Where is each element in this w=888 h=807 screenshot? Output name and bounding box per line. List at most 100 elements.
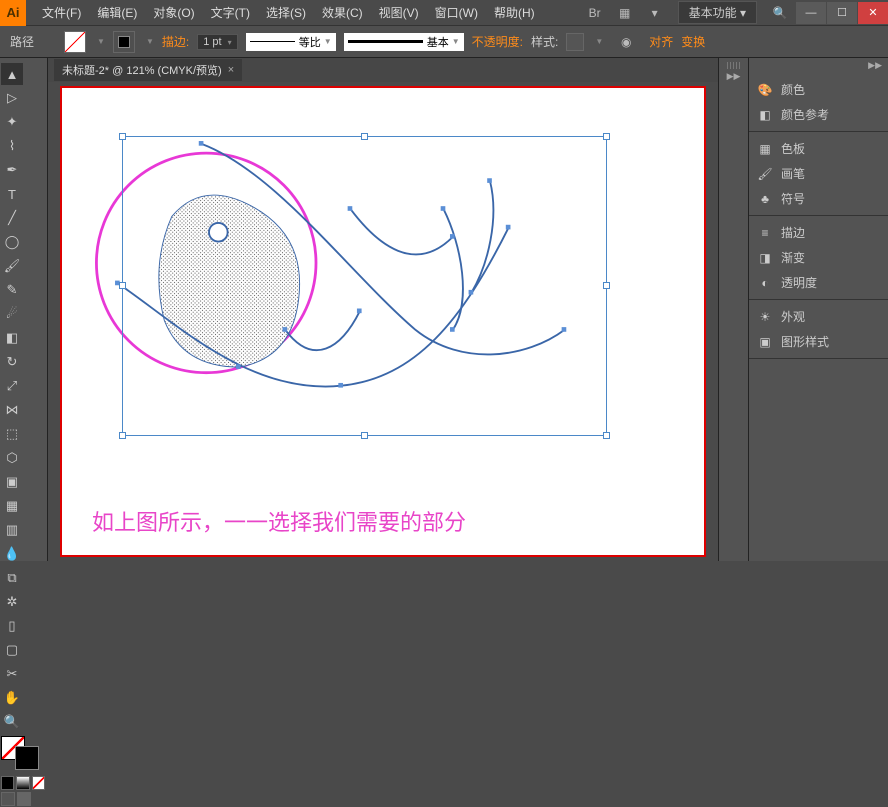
style-swatch[interactable] bbox=[566, 33, 584, 51]
align-label[interactable]: 对齐 bbox=[649, 33, 673, 50]
menu-type[interactable]: 文字(T) bbox=[203, 4, 258, 21]
search-icon[interactable]: 🔍 bbox=[768, 4, 792, 22]
panel-brushes[interactable]: 🖌画笔 bbox=[749, 161, 888, 186]
direct-selection-tool[interactable]: ▷ bbox=[1, 87, 23, 109]
canvas[interactable]: 如上图所示，一一选择我们需要的部分 bbox=[60, 86, 706, 557]
panel-symbols[interactable]: ♣符号 bbox=[749, 186, 888, 211]
window-maximize[interactable]: ☐ bbox=[827, 2, 857, 24]
pen-tool[interactable]: ✒ bbox=[1, 159, 23, 181]
fill-stroke-control[interactable] bbox=[1, 736, 46, 773]
line-tool[interactable]: ╱ bbox=[1, 207, 23, 229]
menu-view[interactable]: 视图(V) bbox=[371, 4, 427, 21]
type-tool[interactable]: T bbox=[1, 183, 23, 205]
panel-color[interactable]: 🎨颜色 bbox=[749, 77, 888, 102]
document-tab-close[interactable]: × bbox=[228, 64, 234, 76]
hand-tool[interactable]: ✋ bbox=[1, 687, 23, 709]
screen-mode-full[interactable] bbox=[17, 792, 31, 806]
scale-tool[interactable]: ⤢ bbox=[1, 375, 23, 397]
fill-swatch[interactable] bbox=[64, 31, 86, 53]
rotate-tool[interactable]: ↻ bbox=[1, 351, 23, 373]
blend-tool[interactable]: ⧉ bbox=[1, 567, 23, 589]
dock-collapse-icon[interactable]: ▶▶ bbox=[727, 71, 741, 82]
color-mini-gradient[interactable] bbox=[16, 776, 29, 790]
selection-bounding-box[interactable] bbox=[122, 136, 607, 436]
free-transform-tool[interactable]: ⬚ bbox=[1, 423, 23, 445]
panel-appearance[interactable]: ☀外观 bbox=[749, 304, 888, 329]
recolor-icon[interactable]: ◉ bbox=[614, 33, 638, 51]
selection-handle-e[interactable] bbox=[603, 282, 610, 289]
panel-column: ▶▶ 🎨颜色 ◧颜色参考 ▦色板 🖌画笔 ♣符号 ≡描边 ◨渐变 ◐透明度 ☀外… bbox=[748, 58, 888, 561]
mesh-tool[interactable]: ▦ bbox=[1, 495, 23, 517]
window-minimize[interactable]: — bbox=[796, 2, 826, 24]
shape-builder-tool[interactable]: ⬡ bbox=[1, 447, 23, 469]
stroke-icon: ≡ bbox=[757, 225, 773, 241]
transform-label[interactable]: 变换 bbox=[681, 33, 705, 50]
selection-handle-sw[interactable] bbox=[119, 432, 126, 439]
lasso-tool[interactable]: ⌇ bbox=[1, 135, 23, 157]
width-tool[interactable]: ⋈ bbox=[1, 399, 23, 421]
dock-grip-icon[interactable] bbox=[727, 62, 741, 69]
menu-effect[interactable]: 效果(C) bbox=[314, 4, 371, 21]
style-dropdown-icon[interactable]: ▼ bbox=[595, 37, 603, 46]
arrange-icon[interactable]: ▦ bbox=[613, 4, 637, 22]
menu-help[interactable]: 帮助(H) bbox=[486, 4, 543, 21]
selection-handle-n[interactable] bbox=[361, 133, 368, 140]
slice-tool[interactable]: ✂ bbox=[1, 663, 23, 685]
brush-definition[interactable]: 基本▼ bbox=[344, 33, 464, 51]
panel-gradient[interactable]: ◨渐变 bbox=[749, 245, 888, 270]
document-tab-strip: 未标题-2* @ 121% (CMYK/预览) × bbox=[48, 58, 718, 82]
fill-dropdown-icon[interactable]: ▼ bbox=[97, 37, 105, 46]
stroke-label[interactable]: 描边: bbox=[162, 33, 189, 50]
selection-handle-se[interactable] bbox=[603, 432, 610, 439]
column-graph-tool[interactable]: ▯ bbox=[1, 615, 23, 637]
panel-graphic-styles[interactable]: ▣图形样式 bbox=[749, 329, 888, 354]
zoom-tool[interactable]: 🔍 bbox=[1, 711, 23, 733]
gradient-tool[interactable]: ▥ bbox=[1, 519, 23, 541]
menu-object[interactable]: 对象(O) bbox=[145, 4, 202, 21]
ellipse-tool[interactable]: ◯ bbox=[1, 231, 23, 253]
color-mini-none[interactable] bbox=[32, 776, 45, 790]
instruction-caption: 如上图所示，一一选择我们需要的部分 bbox=[92, 505, 466, 537]
panel-transparency[interactable]: ◐透明度 bbox=[749, 270, 888, 295]
selection-handle-w[interactable] bbox=[119, 282, 126, 289]
selection-handle-nw[interactable] bbox=[119, 133, 126, 140]
symbol-sprayer-tool[interactable]: ✲ bbox=[1, 591, 23, 613]
variable-width-profile[interactable]: 等比▼ bbox=[246, 33, 336, 51]
panel-color-guide[interactable]: ◧颜色参考 bbox=[749, 102, 888, 127]
window-close[interactable]: ✕ bbox=[858, 2, 888, 24]
screen-mode-normal[interactable] bbox=[1, 792, 15, 806]
stroke-weight-input[interactable]: 1 pt ▾ bbox=[197, 34, 237, 50]
bridge-icon[interactable]: Br bbox=[583, 4, 607, 22]
stroke-dropdown-icon[interactable]: ▼ bbox=[146, 37, 154, 46]
menu-window[interactable]: 窗口(W) bbox=[427, 4, 486, 21]
appearance-icon: ☀ bbox=[757, 309, 773, 325]
selection-handle-ne[interactable] bbox=[603, 133, 610, 140]
artboard-tool[interactable]: ▢ bbox=[1, 639, 23, 661]
selection-handle-s[interactable] bbox=[361, 432, 368, 439]
selection-tool[interactable]: ▲ bbox=[1, 63, 23, 85]
pencil-tool[interactable]: ✎ bbox=[1, 279, 23, 301]
magic-wand-tool[interactable]: ✦ bbox=[1, 111, 23, 133]
panel-stroke[interactable]: ≡描边 bbox=[749, 220, 888, 245]
transparency-icon: ◐ bbox=[757, 275, 773, 291]
eyedropper-tool[interactable]: 💧 bbox=[1, 543, 23, 565]
stroke-swatch[interactable] bbox=[113, 31, 135, 53]
workspace-switcher[interactable]: 基本功能 ▾ bbox=[678, 1, 757, 24]
chevron-down-icon: ▾ bbox=[740, 6, 746, 20]
eraser-tool[interactable]: ◧ bbox=[1, 327, 23, 349]
menu-select[interactable]: 选择(S) bbox=[258, 4, 314, 21]
perspective-tool[interactable]: ▣ bbox=[1, 471, 23, 493]
menu-edit[interactable]: 编辑(E) bbox=[89, 4, 145, 21]
palette-icon: 🎨 bbox=[757, 82, 773, 98]
paintbrush-tool[interactable]: 🖌 bbox=[1, 255, 23, 277]
document-tab[interactable]: 未标题-2* @ 121% (CMYK/预览) × bbox=[54, 59, 242, 81]
blob-brush-tool[interactable]: ☄ bbox=[1, 303, 23, 325]
workspace-label: 基本功能 bbox=[689, 6, 737, 20]
menubar: 文件(F) 编辑(E) 对象(O) 文字(T) 选择(S) 效果(C) 视图(V… bbox=[26, 4, 580, 21]
panels-collapse-icon[interactable]: ▶▶ bbox=[868, 60, 882, 71]
arrange-arrow-icon[interactable]: ▾ bbox=[643, 4, 667, 22]
opacity-label[interactable]: 不透明度: bbox=[472, 33, 523, 50]
menu-file[interactable]: 文件(F) bbox=[34, 4, 89, 21]
panel-swatches[interactable]: ▦色板 bbox=[749, 136, 888, 161]
color-mini-fill[interactable] bbox=[1, 776, 14, 790]
